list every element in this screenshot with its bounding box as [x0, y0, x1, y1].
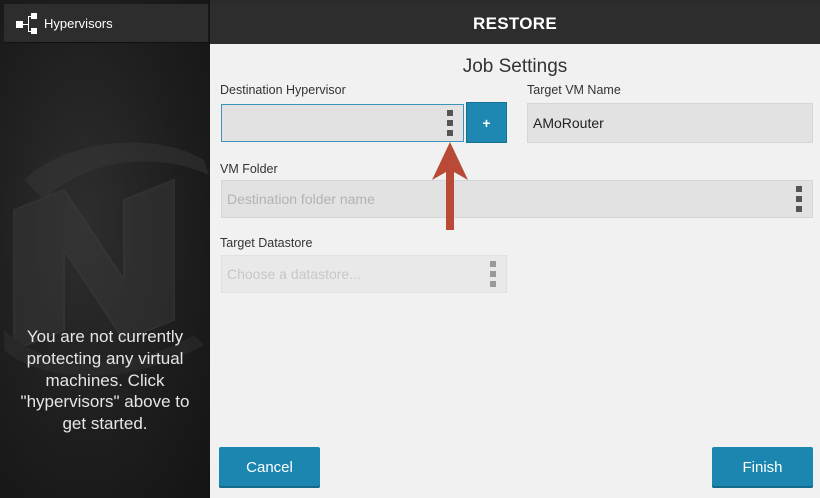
kebab-menu-icon[interactable]: [447, 110, 453, 136]
finish-button[interactable]: Finish: [712, 447, 813, 488]
vm-folder-placeholder: Destination folder name: [227, 191, 375, 207]
add-hypervisor-button[interactable]: +: [466, 102, 507, 143]
kebab-menu-icon: [490, 261, 496, 287]
hypervisors-tree-icon: [16, 13, 40, 34]
annotation-arrow-icon: [432, 142, 468, 230]
vm-folder-field[interactable]: Destination folder name: [221, 180, 813, 218]
hypervisors-label: Hypervisors: [44, 15, 113, 31]
empty-state-message: You are not currently protecting any vir…: [20, 327, 190, 434]
target-datastore-placeholder: Choose a datastore...: [227, 266, 361, 282]
vm-folder-label: VM Folder: [220, 162, 278, 176]
target-vm-name-input[interactable]: AMoRouter: [527, 103, 813, 143]
target-vm-name-label: Target VM Name: [527, 83, 621, 97]
destination-hypervisor-label: Destination Hypervisor: [220, 83, 346, 97]
target-vm-name-value: AMoRouter: [533, 115, 604, 131]
hypervisors-button[interactable]: Hypervisors: [4, 4, 208, 43]
section-title: Job Settings: [462, 56, 568, 77]
sidebar: Hypervisors You are not currently protec…: [0, 0, 210, 498]
target-datastore-label: Target Datastore: [220, 236, 313, 250]
kebab-menu-icon[interactable]: [796, 186, 802, 212]
target-datastore-field: Choose a datastore...: [221, 255, 507, 293]
restore-form: Job Settings Destination Hypervisor + Ta…: [210, 44, 820, 498]
page-title: RESTORE: [210, 4, 820, 44]
destination-hypervisor-field[interactable]: [221, 104, 464, 142]
cancel-button[interactable]: Cancel: [219, 447, 320, 488]
